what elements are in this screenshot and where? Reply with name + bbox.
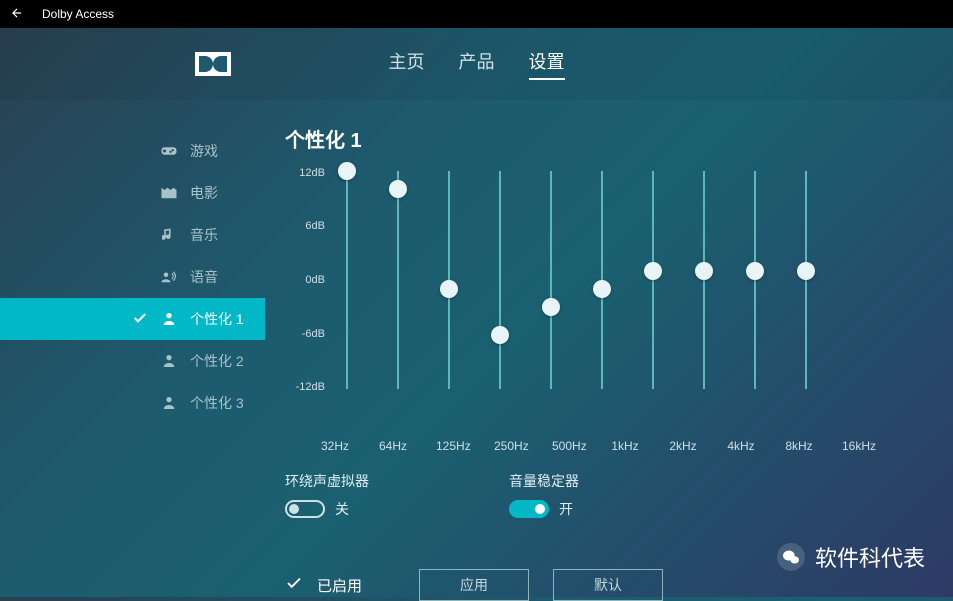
eq-slider[interactable] bbox=[798, 171, 814, 389]
eq-db-label: 6dB bbox=[305, 220, 325, 232]
enabled-status: 已启用 bbox=[285, 574, 395, 596]
eq-slider[interactable] bbox=[747, 171, 763, 389]
tab-products[interactable]: 产品 bbox=[459, 48, 495, 80]
sidebar-item-custom-3[interactable]: 个性化 3 bbox=[0, 382, 265, 424]
surround-title: 环绕声虚拟器 bbox=[285, 471, 369, 491]
music-icon bbox=[160, 226, 178, 244]
sidebar-item-movie[interactable]: 电影 bbox=[0, 172, 265, 214]
eq-freq-label: 125Hz bbox=[436, 439, 466, 453]
eq-slider[interactable] bbox=[645, 171, 661, 389]
eq-freq-label: 64Hz bbox=[378, 439, 408, 453]
sidebar-item-game[interactable]: 游戏 bbox=[0, 130, 265, 172]
surround-state-label: 关 bbox=[335, 499, 349, 519]
nav-tabs: 主页 产品 设置 bbox=[389, 48, 565, 80]
eq-slider[interactable] bbox=[594, 171, 610, 389]
volume-leveler-title: 音量稳定器 bbox=[509, 471, 579, 491]
sidebar-item-label: 个性化 2 bbox=[190, 351, 244, 371]
sidebar-item-label: 游戏 bbox=[190, 141, 218, 161]
eq-slider[interactable] bbox=[696, 171, 712, 389]
sidebar-item-label: 电影 bbox=[190, 183, 218, 203]
eq-freq-label: 500Hz bbox=[552, 439, 582, 453]
volume-leveler-toggle-group: 音量稳定器 开 bbox=[509, 471, 579, 519]
sidebar-item-label: 个性化 1 bbox=[190, 309, 244, 329]
sidebar-item-custom-1[interactable]: 个性化 1 bbox=[0, 298, 265, 340]
person-icon bbox=[160, 310, 178, 328]
back-button[interactable] bbox=[10, 6, 24, 23]
eq-sliders bbox=[335, 171, 923, 429]
eq-freq-label: 1kHz bbox=[610, 439, 640, 453]
volume-leveler-state-label: 开 bbox=[559, 499, 573, 519]
movie-icon bbox=[160, 184, 178, 202]
eq-freq-label: 16kHz bbox=[842, 439, 872, 453]
sidebar-item-label: 音乐 bbox=[190, 225, 218, 245]
voice-icon bbox=[160, 268, 178, 286]
surround-toggle[interactable] bbox=[285, 500, 325, 518]
apply-button[interactable]: 应用 bbox=[419, 569, 529, 601]
tab-settings[interactable]: 设置 bbox=[529, 48, 565, 80]
sidebar-item-voice[interactable]: 语音 bbox=[0, 256, 265, 298]
sidebar-item-music[interactable]: 音乐 bbox=[0, 214, 265, 256]
eq-freq-label: 32Hz bbox=[320, 439, 350, 453]
eq-slider[interactable] bbox=[492, 171, 508, 389]
volume-leveler-toggle[interactable] bbox=[509, 500, 549, 518]
eq-freq-label: 4kHz bbox=[726, 439, 756, 453]
person-icon bbox=[160, 394, 178, 412]
footer-row: 已启用 应用 默认 bbox=[285, 569, 923, 601]
eq-freq-label: 8kHz bbox=[784, 439, 814, 453]
eq-freq-label: 250Hz bbox=[494, 439, 524, 453]
header: 主页 产品 设置 bbox=[0, 28, 953, 100]
eq-freq-label: 2kHz bbox=[668, 439, 698, 453]
surround-toggle-group: 环绕声虚拟器 关 bbox=[285, 471, 369, 519]
gamepad-icon bbox=[160, 142, 178, 160]
eq-slider[interactable] bbox=[441, 171, 457, 389]
toggles-row: 环绕声虚拟器 关 音量稳定器 开 bbox=[285, 471, 923, 519]
check-icon bbox=[285, 574, 303, 596]
watermark: 软件科代表 bbox=[777, 541, 925, 573]
sidebar-item-label: 语音 bbox=[190, 267, 218, 287]
wechat-icon bbox=[777, 543, 805, 571]
check-icon bbox=[132, 310, 148, 329]
eq-db-label: -6dB bbox=[302, 328, 325, 340]
sidebar-item-custom-2[interactable]: 个性化 2 bbox=[0, 340, 265, 382]
eq-slider[interactable] bbox=[543, 171, 559, 389]
eq-db-label: 12dB bbox=[299, 167, 325, 179]
default-button[interactable]: 默认 bbox=[553, 569, 663, 601]
sidebar: 游戏 电影 音乐 语音 个性化 1 bbox=[0, 100, 265, 597]
content: 游戏 电影 音乐 语音 个性化 1 bbox=[0, 100, 953, 597]
eq-freq-labels: 32Hz 64Hz 125Hz 250Hz 500Hz 1kHz 2kHz 4kHz 8kHz 1… bbox=[285, 439, 923, 453]
titlebar: Dolby Access bbox=[0, 0, 953, 28]
tab-home[interactable]: 主页 bbox=[389, 48, 425, 80]
watermark-text: 软件科代表 bbox=[815, 541, 925, 573]
eq-db-label: 0dB bbox=[305, 274, 325, 286]
enabled-label: 已启用 bbox=[317, 575, 362, 596]
eq-slider[interactable] bbox=[339, 171, 355, 389]
main-panel: 个性化 1 12dB 6dB 0dB -6dB -12dB 32Hz 64Hz 12… bbox=[265, 100, 953, 597]
eq-slider[interactable] bbox=[390, 171, 406, 389]
person-icon bbox=[160, 352, 178, 370]
dolby-logo-icon bbox=[195, 52, 231, 76]
eq-db-label: -12dB bbox=[296, 381, 325, 393]
app-title: Dolby Access bbox=[42, 7, 114, 21]
eq-db-labels: 12dB 6dB 0dB -6dB -12dB bbox=[285, 171, 335, 429]
sidebar-item-label: 个性化 3 bbox=[190, 393, 244, 413]
page-title: 个性化 1 bbox=[285, 124, 923, 153]
equalizer: 12dB 6dB 0dB -6dB -12dB bbox=[285, 171, 923, 429]
